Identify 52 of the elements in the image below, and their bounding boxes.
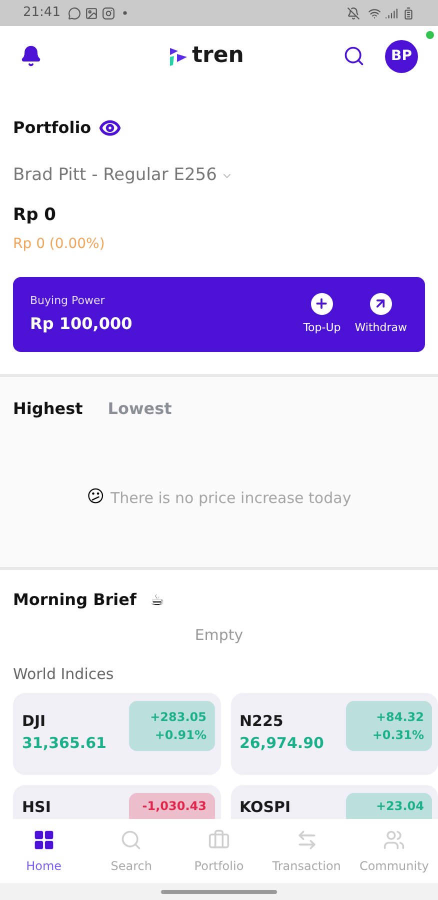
search-icon bbox=[120, 829, 142, 851]
briefcase-icon bbox=[208, 829, 230, 851]
mute-icon bbox=[347, 6, 360, 20]
index-card[interactable]: DJI 31,365.61 +283.05 +0.91% bbox=[13, 693, 220, 775]
coffee-emoji: ☕ bbox=[150, 590, 164, 611]
index-value: 26,974.90 bbox=[240, 733, 324, 753]
index-card[interactable]: HSI -1,030.43 bbox=[13, 785, 220, 819]
camera-icon bbox=[102, 6, 116, 20]
logo-icon bbox=[167, 45, 190, 67]
index-card[interactable]: N225 26,974.90 +84.32 +0.31% bbox=[230, 693, 438, 775]
top-up-button[interactable]: Top-Up bbox=[303, 292, 341, 336]
change-percent: +0.91% bbox=[154, 727, 206, 743]
morning-brief-title: Morning Brief bbox=[13, 589, 136, 611]
avatar[interactable]: BP bbox=[385, 40, 418, 72]
wifi-icon bbox=[368, 6, 381, 20]
index-name: N225 bbox=[240, 711, 284, 731]
mover-tab[interactable]: Highest bbox=[13, 397, 83, 421]
logo-text: tren bbox=[192, 44, 244, 68]
change-value: -1,030.43 bbox=[142, 798, 206, 814]
sad-emoji: 😕 bbox=[86, 486, 105, 509]
portfolio-change: Rp 0 (0.00%) bbox=[13, 235, 106, 254]
index-name: HSI bbox=[22, 797, 51, 817]
people-icon bbox=[383, 829, 406, 851]
account-selector[interactable]: Brad Pitt - Regular E256 bbox=[13, 163, 425, 188]
empty-message: There is no price increase today bbox=[110, 488, 352, 508]
index-card[interactable]: KOSPI +23.04 bbox=[230, 785, 438, 819]
plus-icon bbox=[314, 296, 330, 312]
eye-icon[interactable] bbox=[99, 117, 122, 139]
index-name: KOSPI bbox=[240, 797, 291, 817]
world-indices-title: World Indices bbox=[13, 664, 115, 684]
portfolio-title: Portfolio bbox=[13, 117, 92, 139]
change-percent: +0.31% bbox=[372, 727, 424, 743]
empty-label: Empty bbox=[194, 625, 244, 646]
index-value: 31,365.61 bbox=[22, 733, 106, 753]
image-icon bbox=[85, 6, 98, 20]
notification-icon[interactable] bbox=[20, 45, 42, 67]
status-time: 21:41 bbox=[23, 4, 60, 22]
change-value: +283.05 bbox=[150, 709, 206, 725]
signal-icon bbox=[385, 6, 398, 20]
change-value: +23.04 bbox=[376, 798, 424, 814]
withdraw-button[interactable]: Withdraw bbox=[354, 292, 407, 336]
change-value: +84.32 bbox=[376, 709, 424, 725]
battery-icon bbox=[402, 6, 415, 20]
index-name: DJI bbox=[22, 711, 47, 731]
buying-power-amount: Rp 100,000 bbox=[30, 313, 132, 336]
search-icon[interactable] bbox=[343, 45, 365, 67]
portfolio-value: Rp 0 bbox=[13, 204, 58, 226]
grid-icon bbox=[32, 829, 55, 851]
buying-power-label: Buying Power bbox=[30, 292, 106, 309]
chat-icon bbox=[68, 6, 82, 20]
dot-icon bbox=[123, 11, 128, 15]
nav-tab[interactable]: Home bbox=[0, 821, 88, 883]
